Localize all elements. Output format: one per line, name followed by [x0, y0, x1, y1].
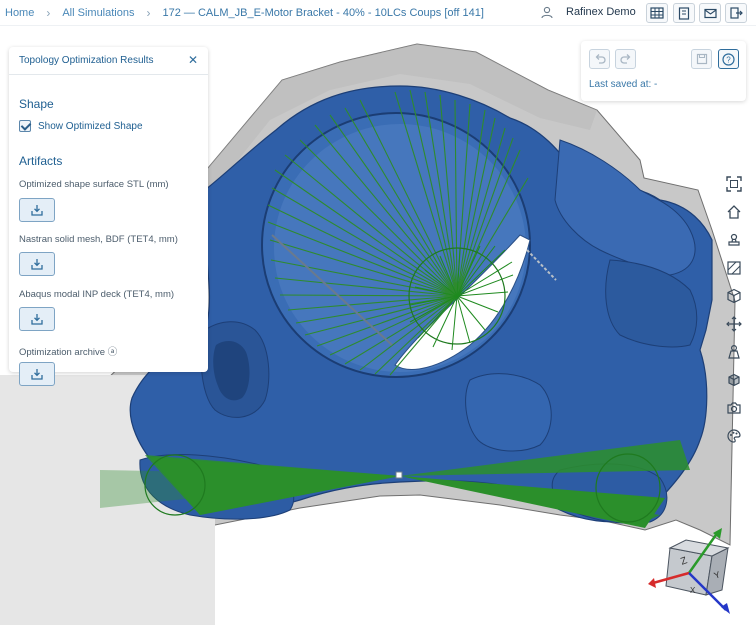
show-optimized-shape-label: Show Optimized Shape — [38, 120, 143, 132]
table-icon — [650, 7, 664, 19]
show-optimized-shape-toggle[interactable]: Show Optimized Shape — [19, 120, 143, 132]
weight-icon — [728, 344, 740, 359]
undo-icon — [595, 54, 606, 64]
last-saved-text: Last saved at: - — [589, 79, 658, 90]
wireframe-button[interactable] — [724, 286, 744, 306]
appearance-button[interactable] — [724, 426, 744, 446]
download-nastran-button[interactable] — [19, 252, 55, 276]
home-view-button[interactable] — [724, 202, 744, 222]
download-archive-button[interactable] — [19, 362, 55, 386]
document-button[interactable] — [673, 3, 695, 23]
artifact-label-stl: Optimized shape surface STL (mm) — [19, 179, 169, 190]
history-panel: ? Last saved at: - — [581, 41, 746, 101]
load-case-button[interactable] — [724, 342, 744, 362]
screenshot-button[interactable] — [724, 398, 744, 418]
artifact-label-archive: Optimization archive ⓐ — [19, 347, 118, 358]
fit-view-button[interactable] — [724, 174, 744, 194]
box-view-button[interactable] — [724, 370, 744, 390]
results-panel-title: Topology Optimization Results — [19, 55, 154, 66]
cube-icon — [727, 288, 741, 304]
shape-heading: Shape — [19, 97, 54, 111]
undo-button[interactable] — [589, 49, 610, 69]
breadcrumb-home[interactable]: Home — [5, 7, 34, 19]
user-menu[interactable]: Rafinex Demo — [540, 5, 636, 19]
top-bar: Home › All Simulations › 172 — CALM_JB_E… — [0, 0, 756, 26]
svg-text:?: ? — [726, 55, 731, 64]
chevron-right-icon: › — [46, 6, 51, 20]
stamp-icon — [728, 233, 740, 246]
move-icon — [726, 316, 742, 332]
mail-icon — [703, 8, 717, 18]
section-view-button[interactable] — [724, 258, 744, 278]
chevron-right-icon: › — [146, 6, 151, 20]
download-icon — [31, 205, 43, 216]
help-icon: ? — [722, 52, 735, 66]
user-name: Rafinex Demo — [566, 6, 636, 18]
redo-button[interactable] — [615, 49, 636, 69]
download-icon — [31, 314, 43, 325]
save-icon — [696, 53, 707, 65]
measure-button[interactable] — [724, 230, 744, 250]
document-icon — [678, 6, 690, 20]
view-cube-face-x: X — [690, 586, 696, 595]
exit-icon — [729, 7, 743, 19]
breadcrumb-current: 172 — CALM_JB_E-Motor Bracket - 40% - 10… — [162, 7, 484, 19]
pan-button[interactable] — [724, 314, 744, 334]
artifact-label-abaqus: Abaqus modal INP deck (TET4, mm) — [19, 289, 175, 300]
box-icon — [728, 373, 740, 387]
artifacts-heading: Artifacts — [19, 154, 63, 168]
artifact-label-nastran: Nastran solid mesh, BDF (TET4, mm) — [19, 234, 178, 245]
download-stl-button[interactable] — [19, 198, 55, 222]
download-icon — [31, 259, 43, 270]
redo-icon — [619, 54, 630, 64]
download-icon — [31, 369, 43, 380]
table-view-button[interactable] — [646, 3, 668, 23]
breadcrumb: Home › All Simulations › 172 — CALM_JB_E… — [5, 6, 484, 20]
exit-button[interactable] — [725, 3, 747, 23]
results-panel-header: Topology Optimization Results — [9, 47, 208, 75]
download-abaqus-button[interactable] — [19, 307, 55, 331]
section-icon — [727, 261, 741, 275]
palette-icon — [727, 429, 741, 443]
results-panel: Topology Optimization Results ✕ Shape Sh… — [9, 47, 208, 386]
camera-icon — [727, 402, 741, 414]
mail-button[interactable] — [699, 3, 721, 23]
home-icon — [727, 205, 741, 219]
user-icon — [541, 6, 553, 19]
fit-view-icon — [726, 176, 742, 192]
show-optimized-shape-checkbox[interactable] — [19, 120, 31, 132]
close-icon[interactable]: ✕ — [186, 53, 200, 67]
breadcrumb-all-simulations[interactable]: All Simulations — [62, 7, 134, 19]
save-button[interactable] — [691, 49, 712, 69]
help-button[interactable]: ? — [718, 49, 739, 69]
